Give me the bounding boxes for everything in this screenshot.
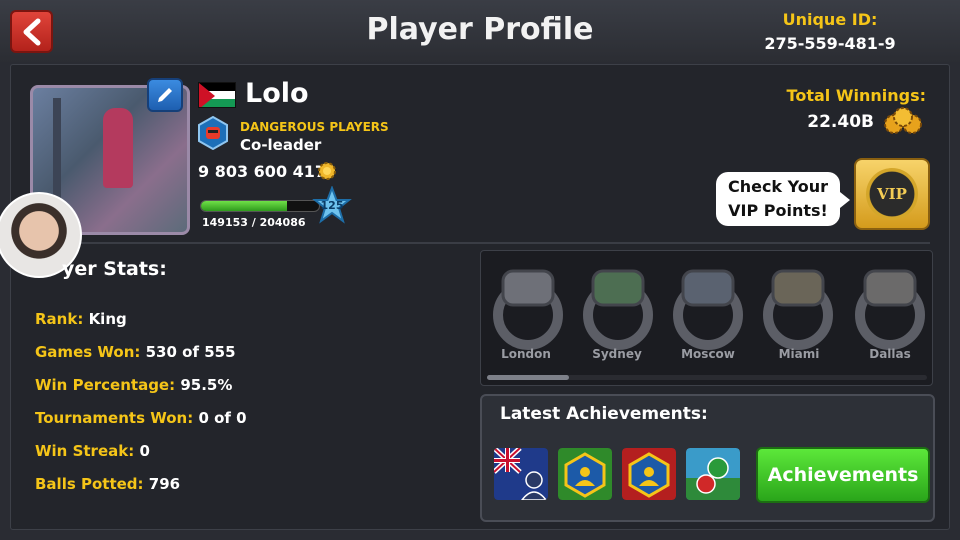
level-value: 125 [320, 199, 344, 212]
vip-button[interactable]: VIP [854, 158, 930, 230]
london-ring-icon[interactable] [489, 263, 567, 353]
total-winnings-label: Total Winnings: [786, 86, 926, 105]
club-shield-icon[interactable] [196, 116, 230, 150]
edit-profile-button[interactable] [147, 78, 183, 112]
coin-icon [318, 162, 336, 180]
stat-label: Tournaments Won: [35, 409, 194, 427]
ring-label-sydney: Sydney [592, 347, 642, 361]
pencil-icon [158, 88, 172, 102]
stat-value: King [88, 310, 127, 328]
stat-value: 530 of 555 [145, 343, 236, 361]
ring-label-london: London [501, 347, 551, 361]
vip-points-prompt[interactable]: Check Your VIP Points! [716, 172, 850, 226]
stat-value: 796 [148, 475, 181, 493]
section-divider [40, 242, 930, 244]
player-name: Lolo [245, 78, 309, 109]
stat-label: Games Won: [35, 343, 141, 361]
xp-progress-bar [200, 200, 320, 212]
moscow-ring-icon[interactable] [669, 263, 747, 353]
latest-achievements-title: Latest Achievements: [500, 404, 708, 424]
ring-label-miami: Miami [778, 347, 820, 361]
unique-id-label: Unique ID: [782, 10, 878, 29]
xp-progress-fill [201, 201, 288, 211]
stat-balls-potted: Balls Potted: 796 [35, 475, 180, 493]
green-club-icon[interactable] [558, 448, 612, 500]
miami-ring-icon[interactable] [759, 263, 837, 353]
coin-pile-icon [884, 107, 922, 134]
stat-games-won: Games Won: 530 of 555 [35, 343, 236, 361]
stat-label: Rank: [35, 310, 84, 328]
palestine-flag-icon [198, 82, 236, 108]
stat-label: Balls Potted: [35, 475, 144, 493]
achievements-button[interactable]: Achievements [756, 447, 930, 503]
rings-carousel[interactable]: London Sydney Moscow Miami Dallas [480, 250, 933, 386]
stat-label: Win Percentage: [35, 376, 176, 394]
stat-value: 0 [139, 442, 150, 460]
stat-value: 95.5% [180, 376, 233, 394]
ring-label-dallas: Dallas [869, 347, 911, 361]
latest-achievements-panel: Latest Achievements: Achievements [480, 394, 935, 522]
ring-label-moscow: Moscow [681, 347, 735, 361]
red-club-icon[interactable] [622, 448, 676, 500]
photo-figure-shape [103, 108, 133, 188]
pool-ball-icon[interactable] [686, 448, 740, 500]
dallas-ring-icon[interactable] [851, 263, 929, 353]
stat-rank: Rank: King [35, 310, 127, 328]
club-role: Co-leader [240, 136, 322, 154]
vip-badge-icon: VIP [866, 168, 918, 220]
stat-label: Win Streak: [35, 442, 135, 460]
sydney-ring-icon[interactable] [579, 263, 657, 353]
stat-win-streak: Win Streak: 0 [35, 442, 150, 460]
carousel-scrollbar-thumb[interactable] [487, 375, 569, 380]
xp-text: 149153 / 204086 [202, 216, 306, 229]
unique-id-value: 275-559-481-9 [764, 34, 896, 53]
stat-win-percentage: Win Percentage: 95.5% [35, 376, 232, 394]
stat-value: 0 of 0 [198, 409, 247, 427]
stat-tournaments-won: Tournaments Won: 0 of 0 [35, 409, 247, 427]
australia-flag-icon[interactable] [494, 448, 548, 500]
player-stats-title: yer Stats: [62, 258, 167, 280]
club-name[interactable]: DANGEROUS PLAYERS [240, 120, 389, 134]
total-winnings-value: 22.40B [807, 112, 874, 132]
coin-balance: 9 803 600 417 [198, 162, 327, 181]
